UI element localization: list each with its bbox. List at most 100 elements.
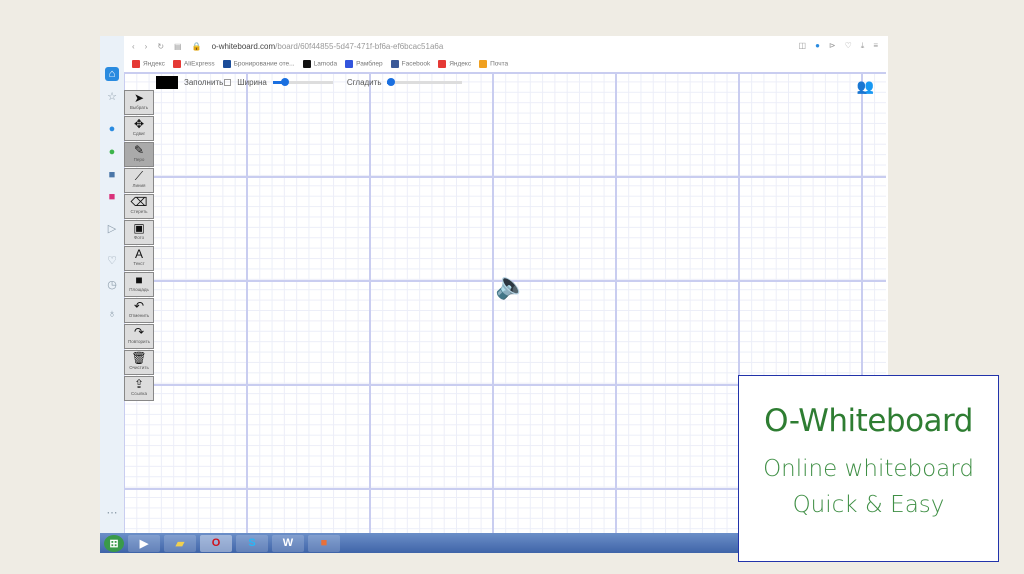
pen-icon: ✎	[133, 143, 145, 157]
tool-redo[interactable]: ↷ Повторить	[124, 324, 154, 349]
tool-label: Текст	[133, 261, 145, 266]
promo-card: O-Whiteboard Online whiteboard Quick & E…	[738, 375, 999, 562]
vk-icon[interactable]: ■	[105, 168, 119, 182]
width-label: Ширина	[237, 78, 267, 87]
bookmark-label: Почта	[490, 60, 509, 68]
home-icon[interactable]: ⌂	[105, 67, 119, 81]
card-line2: Quick & Easy	[792, 492, 945, 518]
smooth-label: Сгладить	[346, 78, 382, 87]
taskbar: ⊞ ▶ ▰ O S W ■	[100, 533, 740, 553]
tool-share[interactable]: ⇪ Ссылка	[124, 376, 154, 401]
skype-icon[interactable]: S	[236, 534, 268, 552]
line-icon: ⟋	[134, 169, 144, 183]
heart-icon[interactable]: ♡	[845, 41, 852, 51]
tool-label: Сдвиг	[132, 131, 146, 136]
bookmark-icon	[345, 60, 354, 68]
toolbar: ➤ Выбрать ✥ Сдвиг ✎ Перо ⟋ Линия ⌫ Стереть ▣ Фото A Т…	[124, 90, 154, 402]
tool-label: Фото	[133, 235, 145, 240]
tool-move[interactable]: ✥ Сдвиг	[124, 116, 154, 141]
share-icon[interactable]: ⊳	[829, 41, 836, 51]
tool-label: Ссылка	[131, 391, 147, 396]
tool-options: Заполнить Ширина Сгладить	[156, 76, 470, 89]
bookmark-label: Яндекс	[449, 60, 472, 68]
shield-icon[interactable]: ●	[815, 41, 820, 51]
image-icon: ▣	[133, 221, 145, 235]
bookmark-label: AliExpress	[183, 60, 215, 68]
tool-undo[interactable]: ↶ Отменить	[124, 298, 154, 323]
bookmark[interactable]: AliExpress	[172, 60, 215, 68]
camera-icon[interactable]: ◫	[799, 41, 807, 51]
bookmark-label: Яндекс	[143, 60, 165, 68]
tool-label: Очистить	[129, 365, 149, 370]
share-icon: ⇪	[133, 377, 145, 391]
users-icon[interactable]: 👥	[857, 78, 874, 95]
more-icon[interactable]: ⋯	[105, 506, 119, 520]
bookmarks-bar: Яндекс AliExpress Бронирование оте... Lamod…	[124, 56, 888, 72]
whatsapp-icon[interactable]: ●	[105, 145, 119, 159]
tool-label: Повторить	[128, 339, 150, 344]
opera-icon[interactable]: O	[200, 534, 232, 552]
address-bar: ‹ › ↻ ▤ 🔒 o-whiteboard.com/board/60f4485…	[124, 36, 888, 56]
tool-rectangle[interactable]: ■ Площадь	[124, 272, 154, 297]
tabs-icon[interactable]: ▤	[174, 42, 182, 51]
bookmark[interactable]: Почта	[479, 60, 508, 68]
bookmark-icon	[390, 60, 399, 68]
fill-label: Заполнить	[184, 78, 224, 87]
forward-icon[interactable]: ›	[145, 42, 148, 51]
bookmark-label: Lamoda	[313, 60, 338, 68]
messenger-icon[interactable]: ●	[105, 122, 119, 136]
tool-line[interactable]: ⟋ Линия	[124, 168, 154, 193]
menu-icon[interactable]: ≡	[873, 41, 878, 51]
bookmark-label: Facebook	[401, 60, 431, 68]
bookmark-label: Рамблер	[356, 60, 383, 68]
redo-icon: ↷	[133, 325, 145, 339]
clock-icon[interactable]: ◷	[105, 278, 119, 292]
folder-icon[interactable]: ▰	[164, 534, 196, 552]
media-player-icon[interactable]: ▶	[128, 534, 160, 552]
bookmark[interactable]: Facebook	[390, 60, 431, 68]
heart-icon[interactable]: ♡	[105, 254, 119, 268]
bookmark[interactable]: Бронирование оте...	[222, 60, 295, 68]
bookmark[interactable]: Яндекс	[438, 60, 471, 68]
card-line1: Online whiteboard	[763, 456, 974, 482]
tool-trash[interactable]: 🗑 Очистить	[124, 350, 154, 375]
tool-image[interactable]: ▣ Фото	[124, 220, 154, 245]
tool-cursor[interactable]: ➤ Выбрать	[124, 90, 154, 115]
move-icon: ✥	[133, 117, 145, 131]
send-icon[interactable]: ▷	[105, 222, 119, 236]
text-icon: A	[134, 247, 143, 261]
bookmark-label: Бронирование оте...	[233, 60, 295, 68]
smooth-slider[interactable]	[387, 78, 463, 86]
bulb-icon[interactable]: ♁	[105, 307, 119, 321]
speaker-icon[interactable]: 🔈	[495, 270, 527, 301]
bookmark-icon	[479, 60, 488, 68]
word-icon[interactable]: W	[272, 534, 304, 552]
tool-eraser[interactable]: ⌫ Стереть	[124, 194, 154, 219]
cursor-icon: ➤	[133, 91, 145, 105]
color-swatch[interactable]	[156, 76, 178, 89]
width-slider[interactable]	[272, 78, 333, 86]
fill-checkbox[interactable]	[224, 79, 232, 86]
card-title: O-Whiteboard	[764, 403, 973, 439]
url-field[interactable]: o-whiteboard.com/board/60f44855-5d47-471…	[212, 42, 444, 51]
tool-text[interactable]: A Текст	[124, 246, 154, 271]
tool-pen[interactable]: ✎ Перо	[124, 142, 154, 167]
tool-label: Отменить	[128, 313, 150, 318]
reload-icon[interactable]: ↻	[157, 42, 164, 51]
instagram-icon[interactable]: ■	[105, 190, 119, 204]
star-icon[interactable]: ☆	[105, 90, 119, 104]
back-icon[interactable]: ‹	[132, 42, 135, 51]
tool-label: Площадь	[129, 287, 149, 292]
bookmark[interactable]: Рамблер	[345, 60, 383, 68]
bookmark-icon	[438, 60, 447, 68]
bookmark[interactable]: Яндекс	[132, 60, 165, 68]
undo-icon: ↶	[133, 299, 145, 313]
tool-label: Линия	[132, 183, 146, 188]
powerpoint-icon[interactable]: ■	[308, 534, 340, 552]
lock-icon: 🔒	[191, 41, 202, 51]
tool-label: Стереть	[130, 209, 148, 214]
eraser-icon: ⌫	[130, 195, 148, 209]
start-button[interactable]: ⊞	[104, 534, 124, 552]
bookmark[interactable]: Lamoda	[302, 60, 338, 68]
download-icon[interactable]: ⤓	[861, 41, 865, 51]
